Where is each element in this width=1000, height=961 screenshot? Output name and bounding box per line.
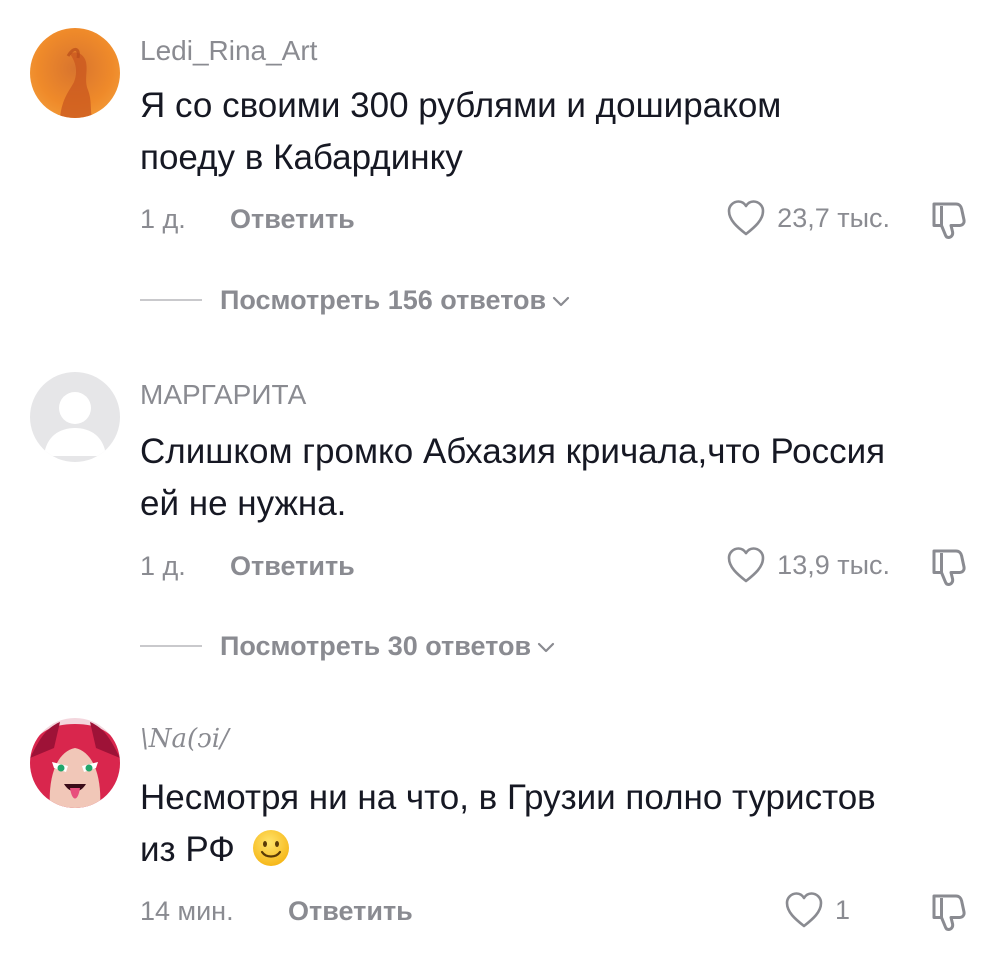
dislike-icon[interactable] — [926, 890, 970, 934]
heart-outline-icon — [785, 892, 823, 928]
dislike-icon[interactable] — [926, 198, 970, 242]
chevron-down-icon — [538, 642, 555, 653]
view-replies-label[interactable]: Посмотреть 156 ответов — [220, 285, 546, 316]
reply-button[interactable]: Ответить — [288, 896, 413, 927]
dislike-icon[interactable] — [926, 545, 970, 589]
comment-meta: 1 д. Ответить 23,7 тыс. — [140, 196, 970, 240]
reply-button[interactable]: Ответить — [230, 551, 355, 582]
chevron-down-icon — [553, 296, 570, 307]
replies-divider — [140, 645, 202, 647]
comment-text: Я со своими 300 рублями и дошираком поед… — [140, 80, 980, 184]
like-count: 1 — [834, 894, 850, 925]
comment-username[interactable]: Ledi_Rina_Art — [140, 35, 317, 67]
comment-text: Слишком громко Абхазия кричала,что Росси… — [140, 426, 980, 530]
avatar[interactable] — [30, 28, 120, 118]
view-replies-label[interactable]: Посмотреть 30 ответов — [220, 631, 531, 662]
comment-text-line: Слишком громко Абхазия кричала,что Росси… — [140, 432, 886, 471]
like-button[interactable]: 1 — [783, 888, 850, 932]
like-button[interactable]: 13,9 тыс. — [725, 543, 890, 587]
comment-text-line: ей не нужна. — [140, 484, 347, 523]
comment-text-span: из РФ — [140, 830, 235, 869]
comment-text-line: из РФ — [140, 824, 980, 876]
comment-text-line: Я со своими 300 рублями и дошираком — [140, 86, 782, 125]
avatar[interactable] — [30, 372, 120, 462]
replies-divider — [140, 299, 202, 301]
heart-outline-icon — [727, 200, 765, 236]
comment-meta: 14 мин. Ответить 1 — [140, 888, 970, 932]
comment-time: 1 д. — [140, 551, 186, 581]
comment-meta: 1 д. Ответить 13,9 тыс. — [140, 543, 970, 587]
smiley-emoji — [252, 829, 289, 866]
comment-time: 14 мин. — [140, 896, 234, 926]
comment-text-line: Несмотря ни на что, в Грузии полно турис… — [140, 778, 876, 817]
like-button[interactable]: 23,7 тыс. — [725, 196, 890, 240]
comment-username[interactable]: \Na(ↄi/ — [140, 724, 229, 754]
view-replies[interactable]: Посмотреть 156 ответов — [140, 280, 570, 320]
reply-button[interactable]: Ответить — [230, 204, 355, 235]
comment-text: Несмотря ни на что, в Грузии полно турис… — [140, 772, 980, 876]
heart-outline-icon — [727, 547, 765, 583]
like-count: 13,9 тыс. — [777, 549, 890, 580]
comment-username[interactable]: МАРГАРИТА — [140, 379, 306, 411]
avatar[interactable] — [30, 718, 120, 808]
comment-text-line: поеду в Кабардинку — [140, 138, 463, 177]
comment-time: 1 д. — [140, 204, 186, 234]
like-count: 23,7 тыс. — [777, 202, 890, 233]
view-replies[interactable]: Посмотреть 30 ответов — [140, 626, 555, 666]
